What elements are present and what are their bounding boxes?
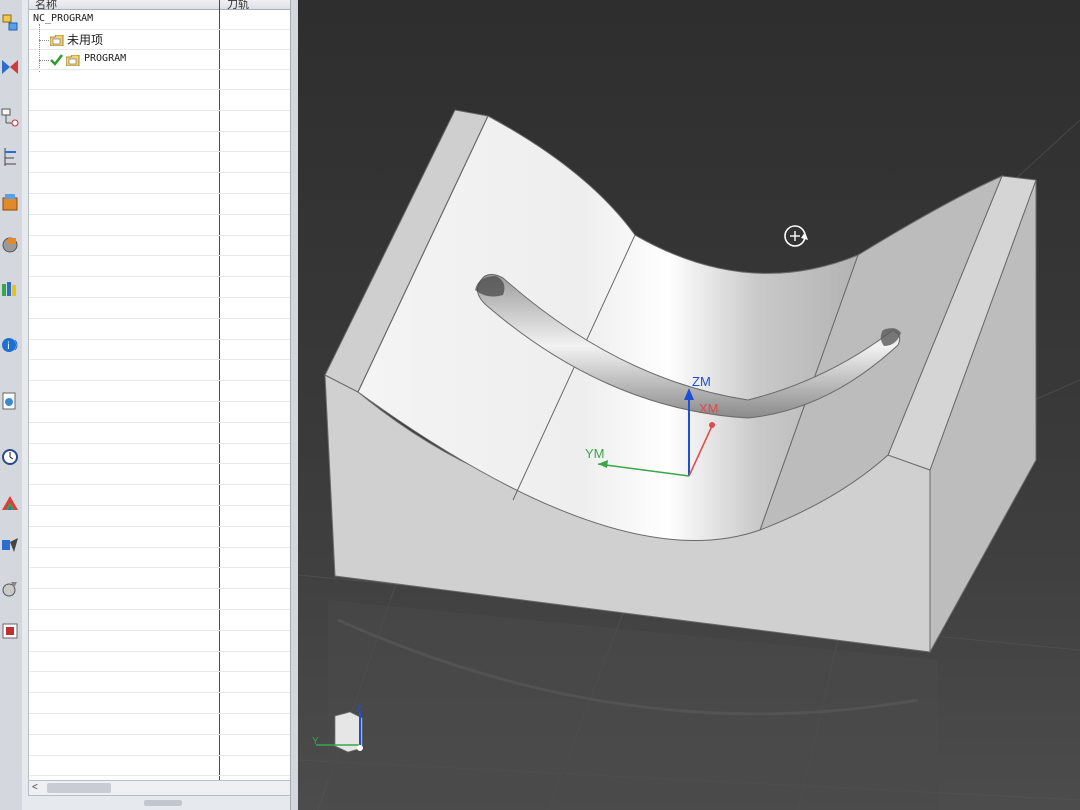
table-row[interactable] [29, 590, 307, 610]
table-row[interactable] [29, 257, 307, 278]
table-row[interactable] [29, 444, 307, 465]
tree-connector [39, 60, 49, 61]
navigator-header: 名称 刀轨 [29, 0, 307, 11]
table-row[interactable] [29, 715, 307, 735]
constraint-navigator-icon[interactable] [0, 54, 20, 80]
tree-connector [39, 40, 49, 41]
ug-icon[interactable] [0, 576, 20, 602]
table-row[interactable] [29, 112, 307, 132]
horizontal-scrollbar[interactable]: < > [28, 780, 306, 796]
view-triad-y-label: Y [312, 736, 319, 747]
table-row[interactable] [29, 736, 307, 756]
process-studio-icon[interactable] [0, 490, 20, 516]
web-browser-icon[interactable]: i [0, 332, 20, 358]
roles-icon[interactable] [0, 276, 20, 302]
table-row[interactable] [29, 486, 307, 506]
manufacturing-wizard-icon[interactable] [0, 532, 20, 558]
table-row[interactable] [29, 756, 307, 777]
view-triad-z-label: Z [356, 704, 362, 715]
tree-node-label: PROGRAM [84, 53, 127, 64]
table-row[interactable] [29, 195, 307, 215]
check-icon [50, 54, 63, 66]
assembly-navigator-icon[interactable] [0, 10, 20, 36]
table-row[interactable] [29, 174, 307, 194]
operation-navigator-icon[interactable] [0, 144, 20, 170]
table-row[interactable] [29, 70, 307, 90]
table-row[interactable] [29, 91, 307, 111]
table-row[interactable] [29, 132, 307, 153]
table-row[interactable] [29, 632, 307, 652]
history-icon[interactable] [0, 388, 20, 414]
table-row[interactable] [29, 340, 307, 361]
table-row[interactable] [29, 236, 307, 257]
tree-node-label: 未用项 [67, 33, 104, 47]
table-row[interactable] [29, 403, 307, 423]
system-materials-icon[interactable] [0, 444, 20, 470]
table-row[interactable] [29, 361, 307, 382]
table-row[interactable] [29, 278, 307, 298]
table-row[interactable] [29, 507, 307, 527]
tree-row-unused-items[interactable]: 未用项 [29, 24, 307, 72]
resource-bar: i [0, 0, 23, 810]
table-row[interactable] [29, 153, 307, 174]
table-row[interactable] [29, 424, 307, 444]
wcs-y-label: YM [585, 446, 605, 461]
scroll-left-arrow[interactable]: < [32, 781, 38, 795]
table-row[interactable] [29, 382, 307, 402]
table-row[interactable] [29, 611, 307, 631]
operation-navigator-panel: 名称 刀轨 NC_PROGRAM 未用项 PROGRAM < [22, 0, 308, 810]
table-row[interactable] [29, 528, 307, 548]
scrollbar-thumb[interactable] [47, 783, 111, 793]
graphics-window[interactable]: ZM XM YM Z Y [298, 0, 1080, 810]
svg-text:i: i [7, 341, 10, 352]
folder-icon [66, 55, 80, 66]
tree-row-nc-program[interactable]: NC_PROGRAM [29, 10, 307, 30]
panel-resize-handle[interactable] [144, 800, 182, 806]
table-row[interactable] [29, 320, 307, 340]
wcs-x-handle[interactable] [709, 422, 715, 428]
table-row[interactable] [29, 694, 307, 714]
table-row[interactable] [29, 548, 307, 569]
part-navigator-icon[interactable] [0, 104, 20, 130]
table-row[interactable] [29, 569, 307, 590]
table-row[interactable] [29, 652, 307, 673]
wcs-x-label: XM [699, 401, 719, 416]
tree-node-label: NC_PROGRAM [33, 13, 94, 24]
machine-tool-icon[interactable] [0, 190, 20, 216]
table-row[interactable] [29, 216, 307, 236]
folder-icon [50, 35, 64, 46]
table-row[interactable] [29, 465, 307, 486]
tree-row-program[interactable]: PROGRAM [29, 50, 307, 70]
navigator-list: 名称 刀轨 NC_PROGRAM 未用项 PROGRAM [28, 0, 308, 780]
wcs-z-label: ZM [692, 374, 711, 389]
reuse-library-icon[interactable] [0, 232, 20, 258]
user-tool-icon[interactable] [0, 618, 20, 644]
table-row[interactable] [29, 673, 307, 694]
table-row[interactable] [29, 299, 307, 319]
